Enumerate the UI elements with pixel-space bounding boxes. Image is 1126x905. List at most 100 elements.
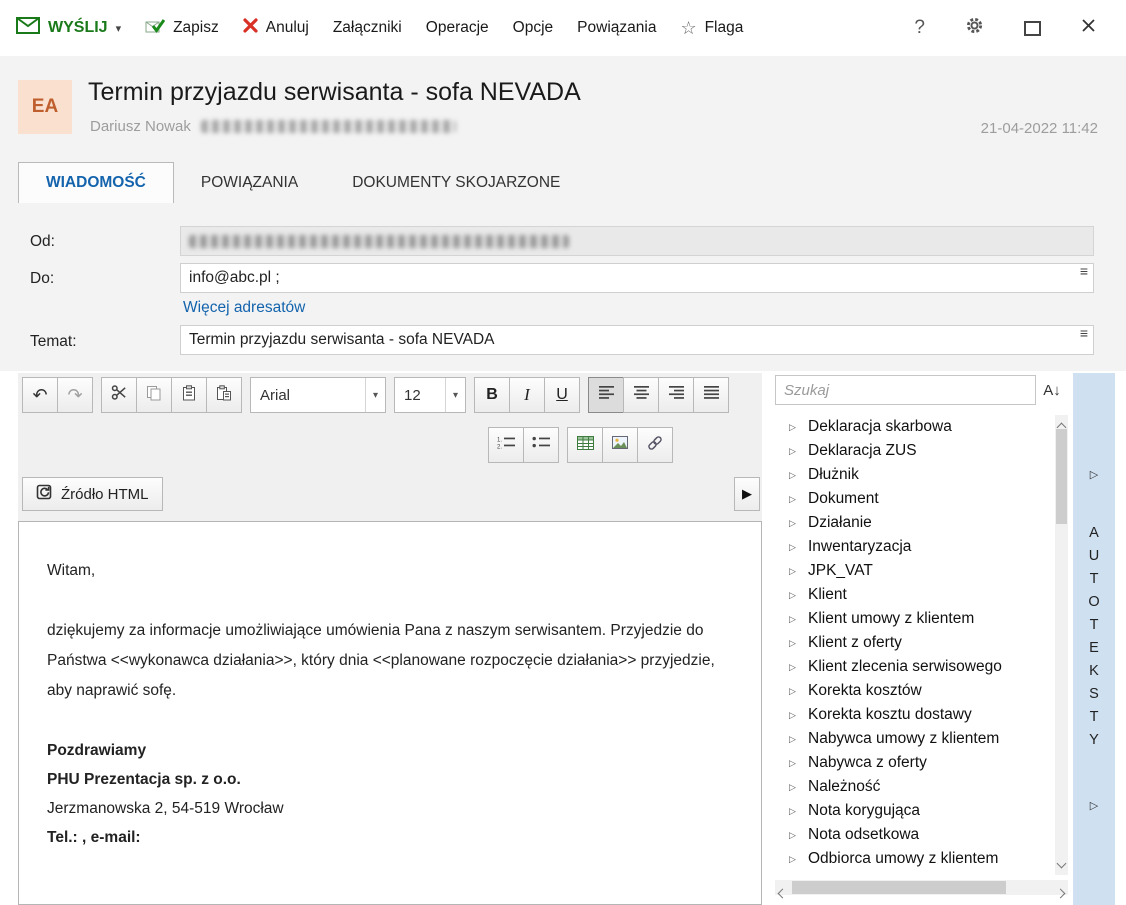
send-button[interactable]: WYŚLIJ ▾: [16, 17, 121, 39]
align-left-button[interactable]: [588, 377, 624, 413]
search-input[interactable]: [775, 375, 1036, 405]
autotext-item[interactable]: ▷ Dłużnik: [775, 463, 1054, 487]
tab-linked-documents[interactable]: DOKUMENTY SKOJARZONE: [325, 162, 587, 203]
autotext-strip-toggle[interactable]: ▷ AUTOTEKSTY ▷: [1073, 373, 1115, 905]
autotext-item[interactable]: ▷ Klient: [775, 583, 1054, 607]
to-field-menu-icon[interactable]: ≡: [1080, 264, 1088, 278]
attachments-button[interactable]: Załączniki: [333, 19, 402, 37]
maximize-button[interactable]: [1024, 21, 1041, 36]
expand-triangle-icon[interactable]: ▷: [789, 566, 799, 577]
autotext-item[interactable]: ▷ Nabywca z oferty: [775, 751, 1054, 775]
expand-triangle-icon[interactable]: ▷: [789, 518, 799, 529]
autotext-item-label: Deklaracja skarbowa: [808, 418, 952, 436]
expand-triangle-icon[interactable]: ▷: [789, 470, 799, 481]
underline-button[interactable]: U: [544, 377, 580, 413]
vertical-scrollbar[interactable]: [1055, 415, 1068, 875]
strip-triangle-top-icon: ▷: [1090, 468, 1098, 481]
expand-triangle-icon[interactable]: ▷: [789, 542, 799, 553]
bullet-list-button[interactable]: [523, 427, 559, 463]
scroll-left-arrow-icon[interactable]: [779, 884, 786, 902]
body-closing: Pozdrawiamy: [47, 736, 731, 765]
subject-field-menu-icon[interactable]: ≡: [1080, 326, 1088, 340]
expand-triangle-icon[interactable]: ▷: [789, 782, 799, 793]
autotext-item[interactable]: ▷ Działanie: [775, 511, 1054, 535]
insert-link-button[interactable]: [637, 427, 673, 463]
tab-message[interactable]: WIADOMOŚĆ: [18, 162, 174, 204]
sort-az-icon[interactable]: A↓: [1036, 382, 1068, 399]
cut-button[interactable]: [101, 377, 137, 413]
bullet-list-icon: [532, 436, 550, 454]
to-input[interactable]: [180, 263, 1094, 293]
chevron-down-icon[interactable]: ▾: [116, 22, 122, 35]
bold-button[interactable]: B: [474, 377, 510, 413]
expand-triangle-icon[interactable]: ▷: [789, 638, 799, 649]
options-button[interactable]: Opcje: [513, 19, 554, 37]
relations-button[interactable]: Powiązania: [577, 19, 656, 37]
expand-triangle-icon[interactable]: ▷: [789, 662, 799, 673]
font-size-select[interactable]: 12 ▾: [394, 377, 466, 413]
collapse-panel-button[interactable]: ▶: [734, 477, 760, 511]
autotext-item[interactable]: ▷ Klient umowy z klientem: [775, 607, 1054, 631]
subject-input[interactable]: [180, 325, 1094, 355]
autotext-item[interactable]: ▷ Należność: [775, 775, 1054, 799]
tab-relations[interactable]: POWIĄZANIA: [174, 162, 325, 203]
expand-triangle-icon[interactable]: ▷: [789, 806, 799, 817]
scroll-right-arrow-icon[interactable]: [1057, 884, 1064, 902]
numbered-list-button[interactable]: 1.2.: [488, 427, 524, 463]
align-justify-button[interactable]: [693, 377, 729, 413]
scroll-down-arrow-icon[interactable]: [1058, 854, 1065, 872]
flag-button[interactable]: ☆ Flaga: [680, 19, 743, 37]
autotext-item-label: Klient zlecenia serwisowego: [808, 658, 1002, 676]
autotext-item[interactable]: ▷ Korekta kosztów: [775, 679, 1054, 703]
autotext-item[interactable]: ▷ Inwentaryzacja: [775, 535, 1054, 559]
paste-special-button[interactable]: [206, 377, 242, 413]
expand-triangle-icon[interactable]: ▷: [789, 830, 799, 841]
autotext-item[interactable]: ▷ Nabywca umowy z klientem: [775, 727, 1054, 751]
expand-triangle-icon[interactable]: ▷: [789, 686, 799, 697]
save-button[interactable]: Zapisz: [145, 18, 219, 39]
expand-triangle-icon[interactable]: ▷: [789, 494, 799, 505]
horizontal-scrollbar[interactable]: [775, 880, 1068, 895]
autotext-item[interactable]: ▷ Deklaracja ZUS: [775, 439, 1054, 463]
align-center-button[interactable]: [623, 377, 659, 413]
expand-triangle-icon[interactable]: ▷: [789, 710, 799, 721]
autotext-item[interactable]: ▷ JPK_VAT: [775, 559, 1054, 583]
autotext-item[interactable]: ▷ Odbiorca umowy z klientem: [775, 847, 1054, 871]
autotext-item[interactable]: ▷ Klient zlecenia serwisowego: [775, 655, 1054, 679]
settings-gear-icon[interactable]: [965, 16, 984, 40]
autotext-item[interactable]: ▷ Klient z oferty: [775, 631, 1054, 655]
expand-triangle-icon[interactable]: ▷: [789, 446, 799, 457]
font-family-select[interactable]: Arial ▾: [250, 377, 386, 413]
vertical-scroll-thumb[interactable]: [1056, 429, 1067, 524]
operations-button[interactable]: Operacje: [426, 19, 489, 37]
autotext-item[interactable]: ▷ Nota korygująca: [775, 799, 1054, 823]
autotext-item[interactable]: ▷ Deklaracja skarbowa: [775, 415, 1054, 439]
message-body-editor[interactable]: Witam, dziękujemy za informacje umożliwi…: [18, 521, 762, 905]
cancel-button[interactable]: Anuluj: [243, 18, 309, 38]
expand-triangle-icon[interactable]: ▷: [789, 590, 799, 601]
expand-triangle-icon[interactable]: ▷: [789, 854, 799, 865]
redo-button[interactable]: ↷: [57, 377, 93, 413]
expand-triangle-icon[interactable]: ▷: [789, 422, 799, 433]
insert-image-button[interactable]: [602, 427, 638, 463]
html-source-button[interactable]: Źródło HTML: [22, 477, 163, 511]
autotext-item[interactable]: ▷ Nota odsetkowa: [775, 823, 1054, 847]
autotext-item-label: Klient umowy z klientem: [808, 610, 974, 628]
autotext-item[interactable]: ▷ Dokument: [775, 487, 1054, 511]
insert-table-button[interactable]: [567, 427, 603, 463]
expand-triangle-icon[interactable]: ▷: [789, 758, 799, 769]
more-recipients-link[interactable]: Więcej adresatów: [183, 299, 305, 317]
copy-button[interactable]: [136, 377, 172, 413]
autotext-item[interactable]: ▷ Korekta kosztu dostawy: [775, 703, 1054, 727]
horizontal-scroll-thumb[interactable]: [792, 881, 1006, 894]
paste-button[interactable]: [171, 377, 207, 413]
align-right-button[interactable]: [658, 377, 694, 413]
undo-button[interactable]: ↶: [22, 377, 58, 413]
close-button[interactable]: [1081, 18, 1096, 38]
font-size-arrow-icon: ▾: [445, 378, 465, 412]
options-label: Opcje: [513, 19, 554, 37]
help-button[interactable]: ?: [914, 17, 925, 39]
expand-triangle-icon[interactable]: ▷: [789, 734, 799, 745]
expand-triangle-icon[interactable]: ▷: [789, 614, 799, 625]
italic-button[interactable]: I: [509, 377, 545, 413]
